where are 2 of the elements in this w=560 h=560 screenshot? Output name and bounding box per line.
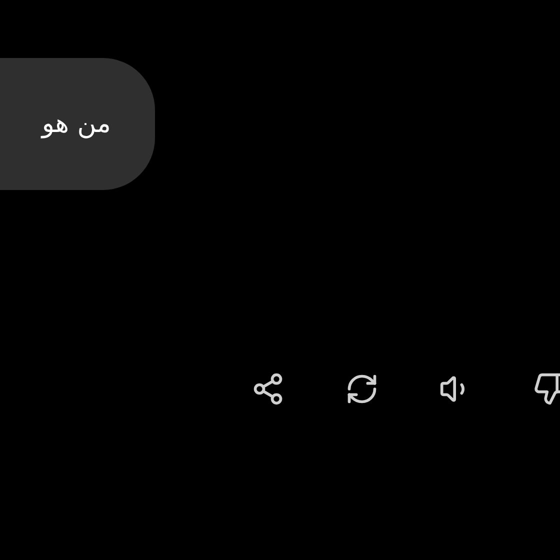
thumbs-down-icon[interactable] <box>532 371 560 407</box>
message-text: من هو <box>42 109 111 139</box>
